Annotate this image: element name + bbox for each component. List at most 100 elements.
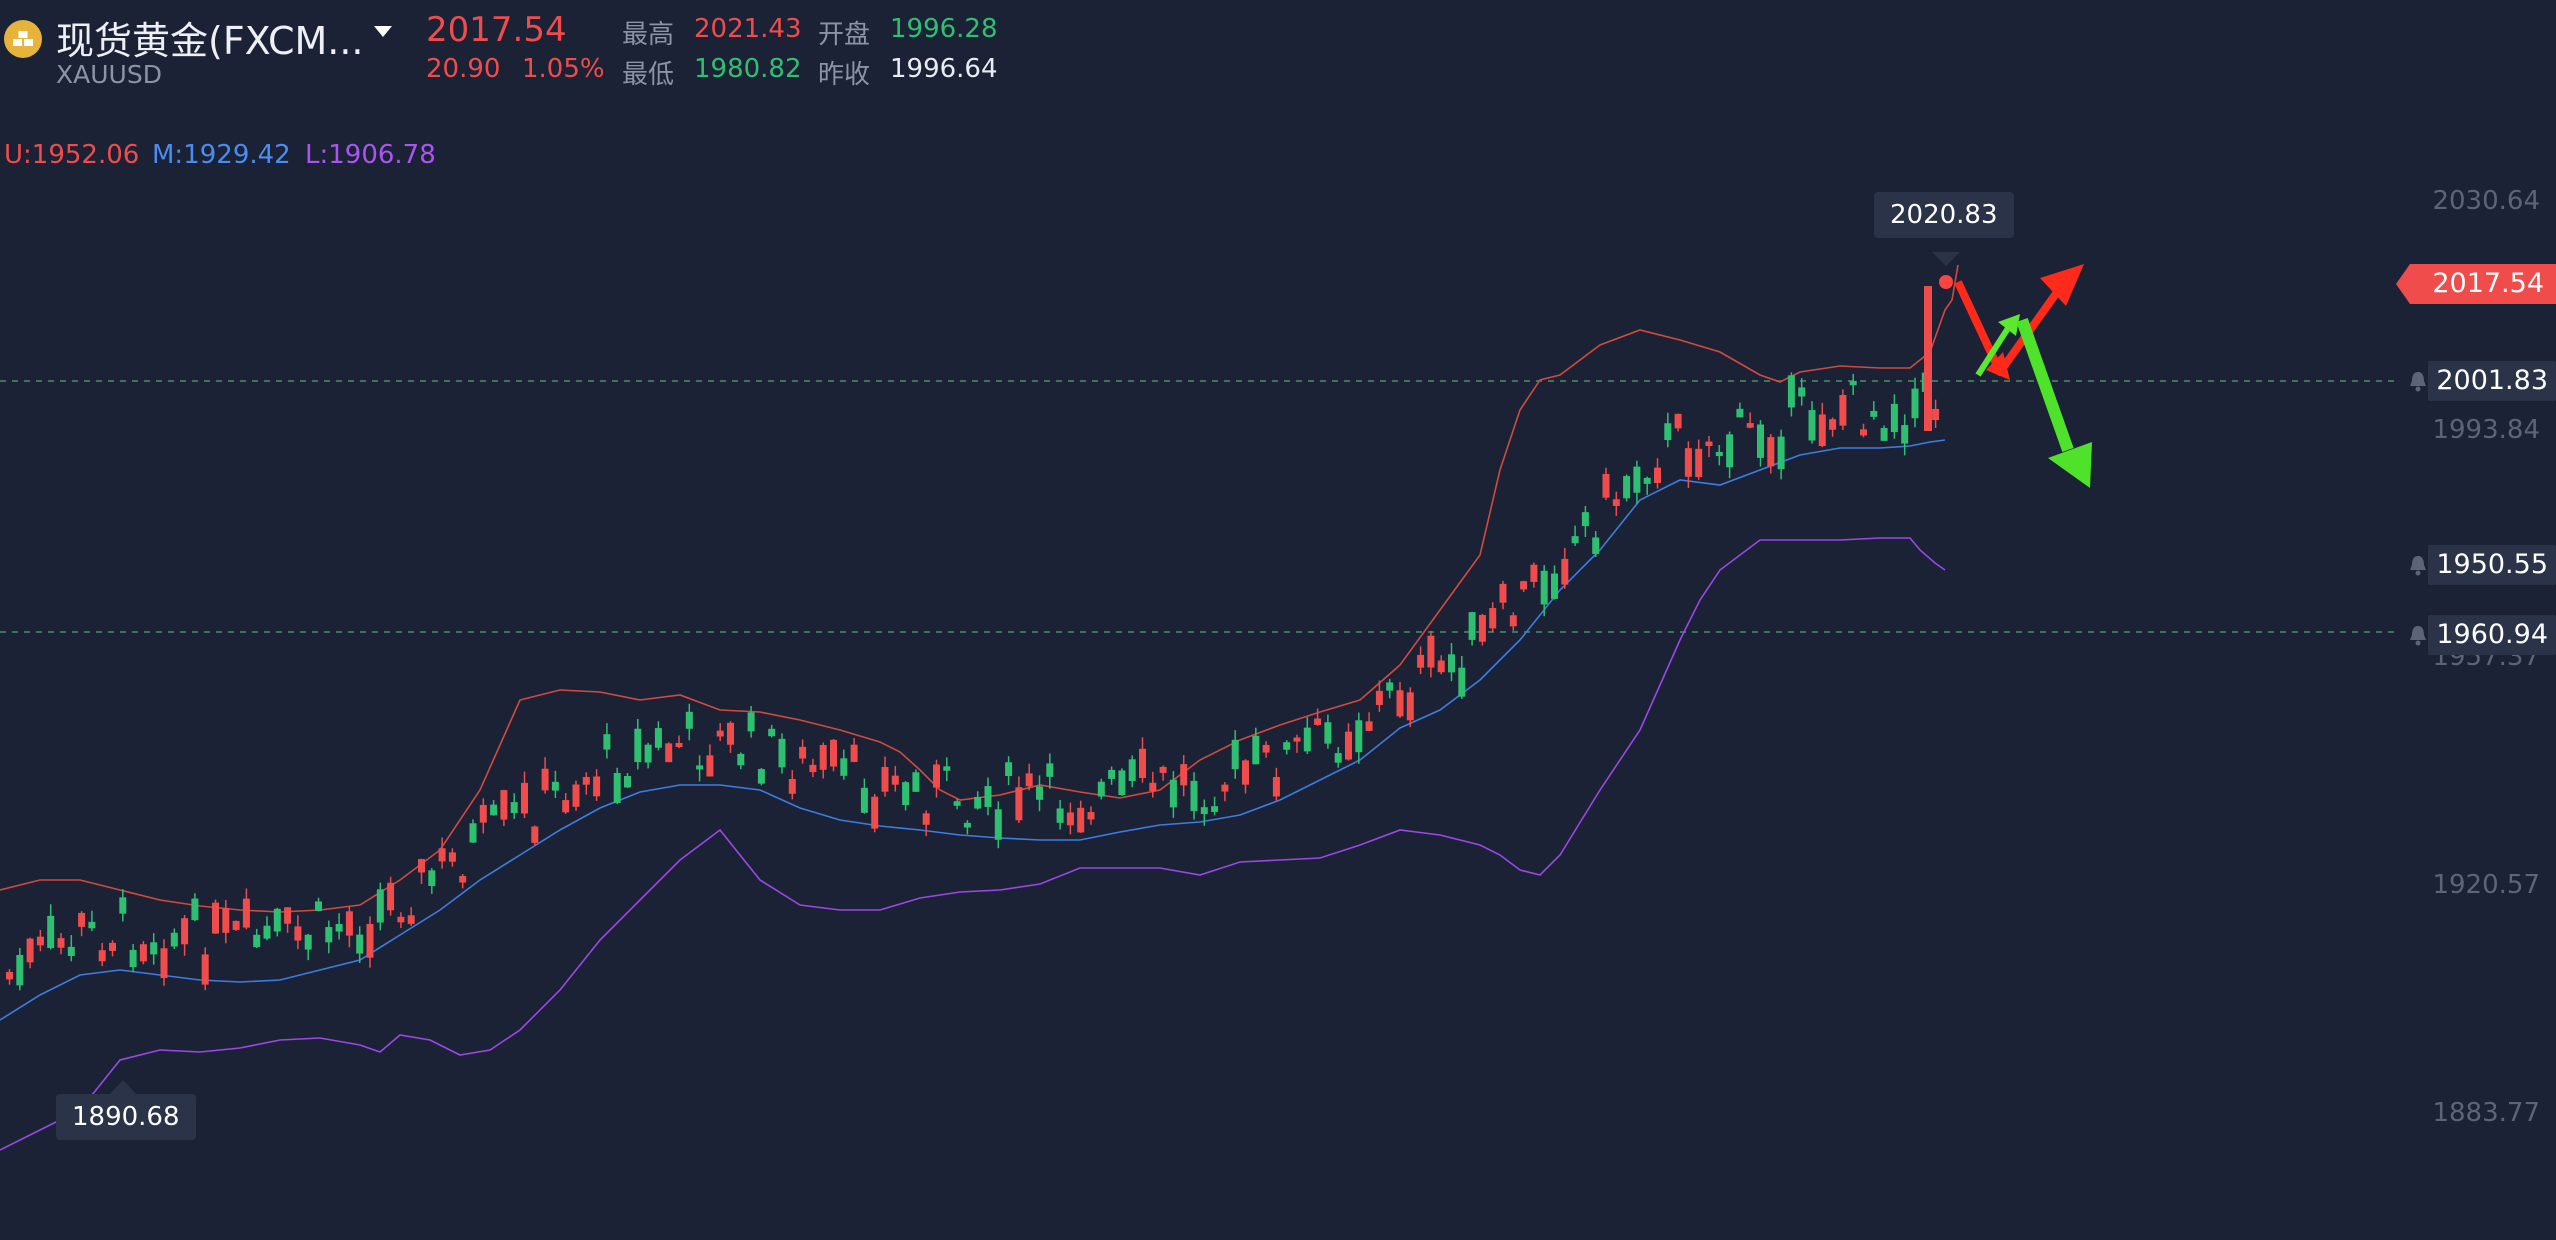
candle-body bbox=[1715, 451, 1723, 457]
candle-body bbox=[6, 971, 13, 980]
candle-body bbox=[788, 779, 796, 794]
candle-body bbox=[88, 921, 96, 929]
candle-body bbox=[922, 813, 930, 825]
candle-body bbox=[160, 948, 168, 979]
candle-body bbox=[1334, 753, 1342, 763]
candle-body bbox=[1736, 408, 1744, 418]
candle-body bbox=[881, 766, 889, 792]
candle-body bbox=[1427, 635, 1435, 668]
candle-body-last bbox=[1924, 286, 1932, 431]
candle-body bbox=[613, 773, 621, 803]
candle-body bbox=[541, 768, 549, 791]
bollinger-lower-band bbox=[0, 537, 1946, 1151]
alert-value: 2001.83 bbox=[2428, 361, 2556, 401]
candle-body bbox=[531, 826, 539, 843]
candle-body bbox=[1365, 721, 1373, 731]
candle-body bbox=[335, 923, 343, 932]
candle-body bbox=[263, 925, 271, 939]
candle-body bbox=[500, 790, 508, 820]
candle-body bbox=[1829, 419, 1837, 430]
candle-body bbox=[407, 915, 415, 924]
candle-body bbox=[1581, 512, 1589, 527]
candle-body bbox=[1139, 748, 1146, 778]
candle-body bbox=[1458, 667, 1466, 697]
candle-body bbox=[1345, 731, 1352, 760]
axis-label-1: 2030.64 bbox=[2432, 186, 2540, 216]
bell-icon[interactable] bbox=[2406, 369, 2430, 393]
alert-value: 1950.55 bbox=[2428, 545, 2556, 585]
candle-body bbox=[1880, 427, 1888, 441]
alert-2001[interactable]: 2001.83 bbox=[2406, 361, 2556, 401]
high-marker-dot bbox=[1939, 275, 1953, 289]
candle-body bbox=[78, 912, 86, 927]
candle-body bbox=[1375, 690, 1383, 706]
bell-icon[interactable] bbox=[2406, 623, 2430, 647]
candle-body bbox=[984, 786, 992, 807]
candle-body bbox=[1087, 812, 1095, 820]
high-callout: 2020.83 bbox=[1874, 192, 2014, 238]
candle-body bbox=[1726, 434, 1734, 468]
candle-body bbox=[634, 728, 642, 763]
candlestick-chart[interactable] bbox=[0, 0, 2556, 1240]
candle-body bbox=[1633, 466, 1641, 493]
candle-body bbox=[1746, 423, 1754, 428]
candle-body bbox=[57, 938, 65, 948]
candle-body bbox=[1231, 739, 1239, 770]
candle-body bbox=[242, 898, 250, 928]
candle-body bbox=[943, 766, 951, 771]
candle-body bbox=[706, 755, 714, 777]
candle-body bbox=[1118, 770, 1126, 796]
candle-body bbox=[1314, 718, 1322, 725]
candle-body bbox=[593, 776, 601, 797]
candle-body bbox=[119, 897, 127, 914]
candle-body bbox=[1561, 558, 1569, 585]
candle-body bbox=[304, 934, 312, 950]
candle-body bbox=[1664, 423, 1672, 441]
candle-body bbox=[1860, 429, 1867, 436]
candle-body bbox=[1757, 424, 1764, 458]
candle-body bbox=[448, 852, 456, 862]
candle-body bbox=[345, 911, 353, 936]
candle-body bbox=[778, 738, 786, 768]
bell-icon[interactable] bbox=[2406, 553, 2430, 577]
candle-body bbox=[1478, 615, 1486, 642]
axis-label-2: 1993.84 bbox=[2432, 415, 2540, 445]
candle-body bbox=[315, 901, 322, 912]
candle-body bbox=[757, 769, 765, 784]
candle-body bbox=[1870, 410, 1878, 417]
candle-body bbox=[747, 712, 755, 732]
candle-body bbox=[1128, 759, 1136, 782]
candle-body bbox=[170, 932, 178, 947]
candle-body bbox=[799, 746, 807, 759]
alert-1950[interactable]: 1950.55 bbox=[2406, 545, 2556, 585]
candle-body bbox=[624, 775, 631, 788]
candle-body bbox=[222, 907, 230, 933]
candle-body bbox=[212, 902, 219, 934]
candle-body bbox=[1932, 408, 1940, 421]
candle-body bbox=[325, 927, 333, 943]
high-callout-pointer bbox=[1932, 252, 1960, 266]
candle-body bbox=[428, 870, 436, 887]
candle-body bbox=[294, 926, 302, 941]
candle-body bbox=[1097, 781, 1105, 797]
candle-body bbox=[1272, 777, 1280, 797]
candle-body bbox=[1190, 780, 1198, 812]
candle-body bbox=[1839, 394, 1847, 426]
current-price-tag: 2017.54 bbox=[2396, 264, 2556, 304]
axis-label-5: 1883.77 bbox=[2432, 1098, 2540, 1128]
candle-body bbox=[191, 898, 199, 921]
candle-body bbox=[1200, 807, 1208, 815]
candle-body bbox=[1221, 784, 1229, 792]
candles-group bbox=[6, 286, 1940, 991]
candle-body bbox=[376, 889, 384, 923]
alert-1960[interactable]: 1960.94 bbox=[2406, 615, 2556, 655]
candle-body bbox=[1036, 786, 1043, 800]
axis-label-4: 1920.57 bbox=[2432, 870, 2540, 900]
candle-body bbox=[1911, 388, 1919, 419]
candle-body bbox=[1169, 779, 1177, 808]
candle-body bbox=[284, 907, 292, 924]
candle-body bbox=[1303, 727, 1311, 752]
candle-body bbox=[1108, 769, 1116, 779]
candle-body bbox=[551, 781, 559, 791]
candle-body bbox=[150, 942, 158, 955]
